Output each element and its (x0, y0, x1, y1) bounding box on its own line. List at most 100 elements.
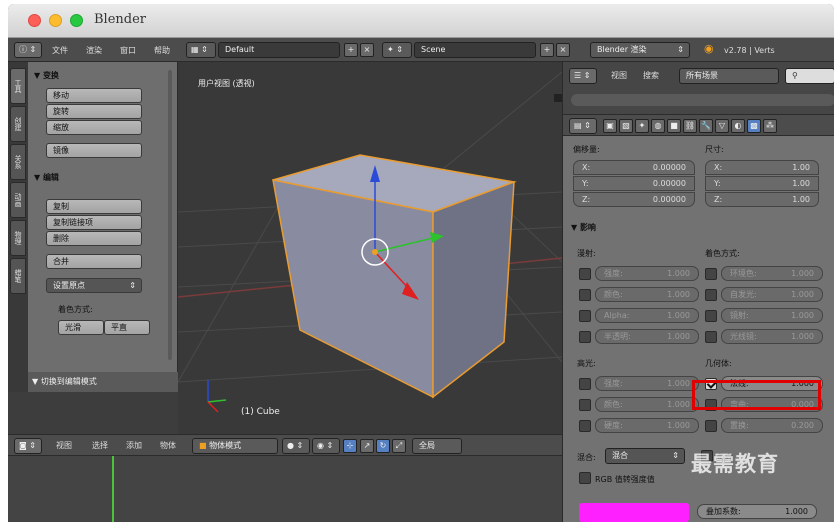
menu-select[interactable]: 选择 (92, 438, 108, 453)
editor-type-3d-icon[interactable]: ◙ ⇕ (14, 438, 42, 454)
pivot-point-select[interactable]: ◉ ⇕ (312, 438, 340, 454)
influence-value-field[interactable]: 自发光: 1.000 (721, 287, 823, 302)
translate-button[interactable]: 移动 (46, 88, 142, 103)
render-tab-icon[interactable]: ▣ (603, 119, 617, 133)
mirror-button[interactable]: 镜像 (46, 143, 142, 158)
influence-value-field[interactable]: 硬度: 1.000 (595, 418, 699, 433)
scene-icon[interactable]: ✦ ⇕ (382, 42, 412, 58)
influence-checkbox[interactable] (705, 310, 717, 322)
rotate-button[interactable]: 旋转 (46, 104, 142, 119)
interaction-mode-select[interactable]: ■ 物体模式 (192, 438, 278, 454)
material-tab-icon[interactable]: ◐ (731, 119, 745, 133)
texture-tab-icon[interactable]: ▩ (747, 119, 761, 133)
outliner-menu-view[interactable]: 视图 (611, 68, 627, 83)
influence-checkbox[interactable] (579, 331, 591, 343)
size-x-field[interactable]: X: 1.00 (705, 160, 819, 175)
constraints-tab-icon[interactable]: ⛓ (683, 119, 697, 133)
minimize-window-button[interactable] (49, 14, 62, 27)
join-button[interactable]: 合并 (46, 254, 142, 269)
menu-file[interactable]: 文件 (52, 43, 68, 58)
influence-checkbox[interactable] (579, 268, 591, 280)
offset-z-field[interactable]: Z: 0.00000 (573, 192, 695, 207)
menu-help[interactable]: 帮助 (154, 43, 170, 58)
tab-grease-pencil[interactable]: 蜡笔 (10, 258, 26, 294)
remove-layout-button[interactable]: × (360, 43, 374, 57)
offset-x-field[interactable]: X: 0.00000 (573, 160, 695, 175)
influence-checkbox[interactable] (705, 289, 717, 301)
tab-physics[interactable]: 物理 (10, 220, 26, 256)
offset-y-field[interactable]: Y: 0.00000 (573, 176, 695, 191)
render-layers-tab-icon[interactable]: ▧ (619, 119, 633, 133)
influence-value-field[interactable]: 半透明: 1.000 (595, 329, 699, 344)
tab-create[interactable]: 创建 (10, 106, 26, 142)
cube-right-face[interactable] (432, 180, 515, 399)
transform-orientation-select[interactable]: 全局 (412, 438, 462, 454)
editor-type-info-icon[interactable]: ⓘ ⇕ (14, 42, 42, 58)
screen-layout-icon[interactable]: ▦ ⇕ (186, 42, 216, 58)
world-tab-icon[interactable]: ◍ (651, 119, 665, 133)
influence-value-field[interactable]: 镜射: 1.000 (721, 308, 823, 323)
scene-field[interactable]: Scene (414, 42, 536, 58)
influence-checkbox[interactable] (579, 420, 591, 432)
delete-button[interactable]: 删除 (46, 231, 142, 246)
add-layout-button[interactable]: + (344, 43, 358, 57)
modifiers-tab-icon[interactable]: 🔧 (699, 119, 713, 133)
3d-viewport[interactable]: 用户视图 (透视) (1) Cube (178, 62, 562, 434)
remove-scene-button[interactable]: × (556, 43, 570, 57)
tab-animation[interactable]: 动画 (10, 182, 26, 218)
layout-field[interactable]: Default (218, 42, 340, 58)
size-z-field[interactable]: Z: 1.00 (705, 192, 819, 207)
influence-value-field[interactable]: 颜色: 1.000 (595, 397, 699, 412)
blend-color-swatch[interactable] (579, 503, 689, 522)
manipulator-toggle-icon[interactable]: ⊹ (343, 439, 357, 453)
outliner-scrollbar[interactable] (571, 94, 834, 106)
viewport-shading-select[interactable]: ● ⇕ (282, 438, 310, 454)
influence-checkbox[interactable] (705, 268, 717, 280)
menu-render[interactable]: 渲染 (86, 43, 102, 58)
scene-tab-icon[interactable]: ✦ (635, 119, 649, 133)
default-factor-field[interactable]: 叠加系数: 1.000 (697, 504, 817, 519)
influence-value-field[interactable]: 光线镜: 1.000 (721, 329, 823, 344)
tab-relations[interactable]: 关系 (10, 144, 26, 180)
close-window-button[interactable] (28, 14, 41, 27)
object-tab-icon[interactable]: ■ (667, 119, 681, 133)
menu-window[interactable]: 窗口 (120, 43, 136, 58)
translate-manipulator-icon[interactable]: ↗ (360, 439, 374, 453)
influence-value-field[interactable]: 强度: 1.000 (595, 376, 699, 391)
add-scene-button[interactable]: + (540, 43, 554, 57)
influence-checkbox[interactable] (579, 399, 591, 411)
menu-add[interactable]: 添加 (126, 438, 142, 453)
size-y-field[interactable]: Y: 1.00 (705, 176, 819, 191)
influence-value-field[interactable]: 强度: 1.000 (595, 266, 699, 281)
rotate-manipulator-icon[interactable]: ↻ (376, 439, 390, 453)
data-tab-icon[interactable]: ▽ (715, 119, 729, 133)
menu-object[interactable]: 物体 (160, 438, 176, 453)
outliner-menu-search[interactable]: 搜索 (643, 68, 659, 83)
operator-panel-title[interactable]: ▼ 切换到编辑模式 (28, 372, 178, 392)
duplicate-button[interactable]: 复制 (46, 199, 142, 214)
influence-value-field[interactable]: 置换: 0.200 (721, 418, 823, 433)
editor-type-properties-icon[interactable]: ▤ ⇕ (569, 118, 597, 134)
outliner-filter-select[interactable]: 所有场景 (679, 68, 779, 84)
influence-panel-title[interactable]: ▼ 影响 (571, 222, 596, 233)
rgb-to-intensity-checkbox[interactable] (579, 472, 591, 484)
set-origin-select[interactable]: 设置原点 ⇕ (46, 278, 142, 293)
viewport-corner-widget[interactable] (554, 94, 562, 102)
influence-checkbox[interactable] (705, 420, 717, 432)
current-frame-line[interactable] (112, 456, 114, 522)
tool-shelf-scrollbar[interactable] (168, 70, 172, 360)
scale-button[interactable]: 缩放 (46, 120, 142, 135)
edit-panel-title[interactable]: ▼ 编辑 (34, 172, 59, 183)
zoom-window-button[interactable] (70, 14, 83, 27)
shade-flat-button[interactable]: 平直 (104, 320, 150, 335)
blend-mode-select[interactable]: 混合 ⇕ (605, 448, 685, 464)
influence-value-field[interactable]: Alpha: 1.000 (595, 308, 699, 323)
shade-smooth-button[interactable]: 光滑 (58, 320, 104, 335)
influence-value-field[interactable]: 环境色: 1.000 (721, 266, 823, 281)
particles-tab-icon[interactable]: ⁂ (763, 119, 777, 133)
influence-checkbox[interactable] (705, 331, 717, 343)
transform-panel-title[interactable]: ▼ 变换 (34, 70, 59, 81)
influence-checkbox[interactable] (579, 310, 591, 322)
scale-manipulator-icon[interactable]: ⤢ (392, 439, 406, 453)
render-engine-select[interactable]: Blender 渲染 ⇕ (590, 42, 690, 58)
